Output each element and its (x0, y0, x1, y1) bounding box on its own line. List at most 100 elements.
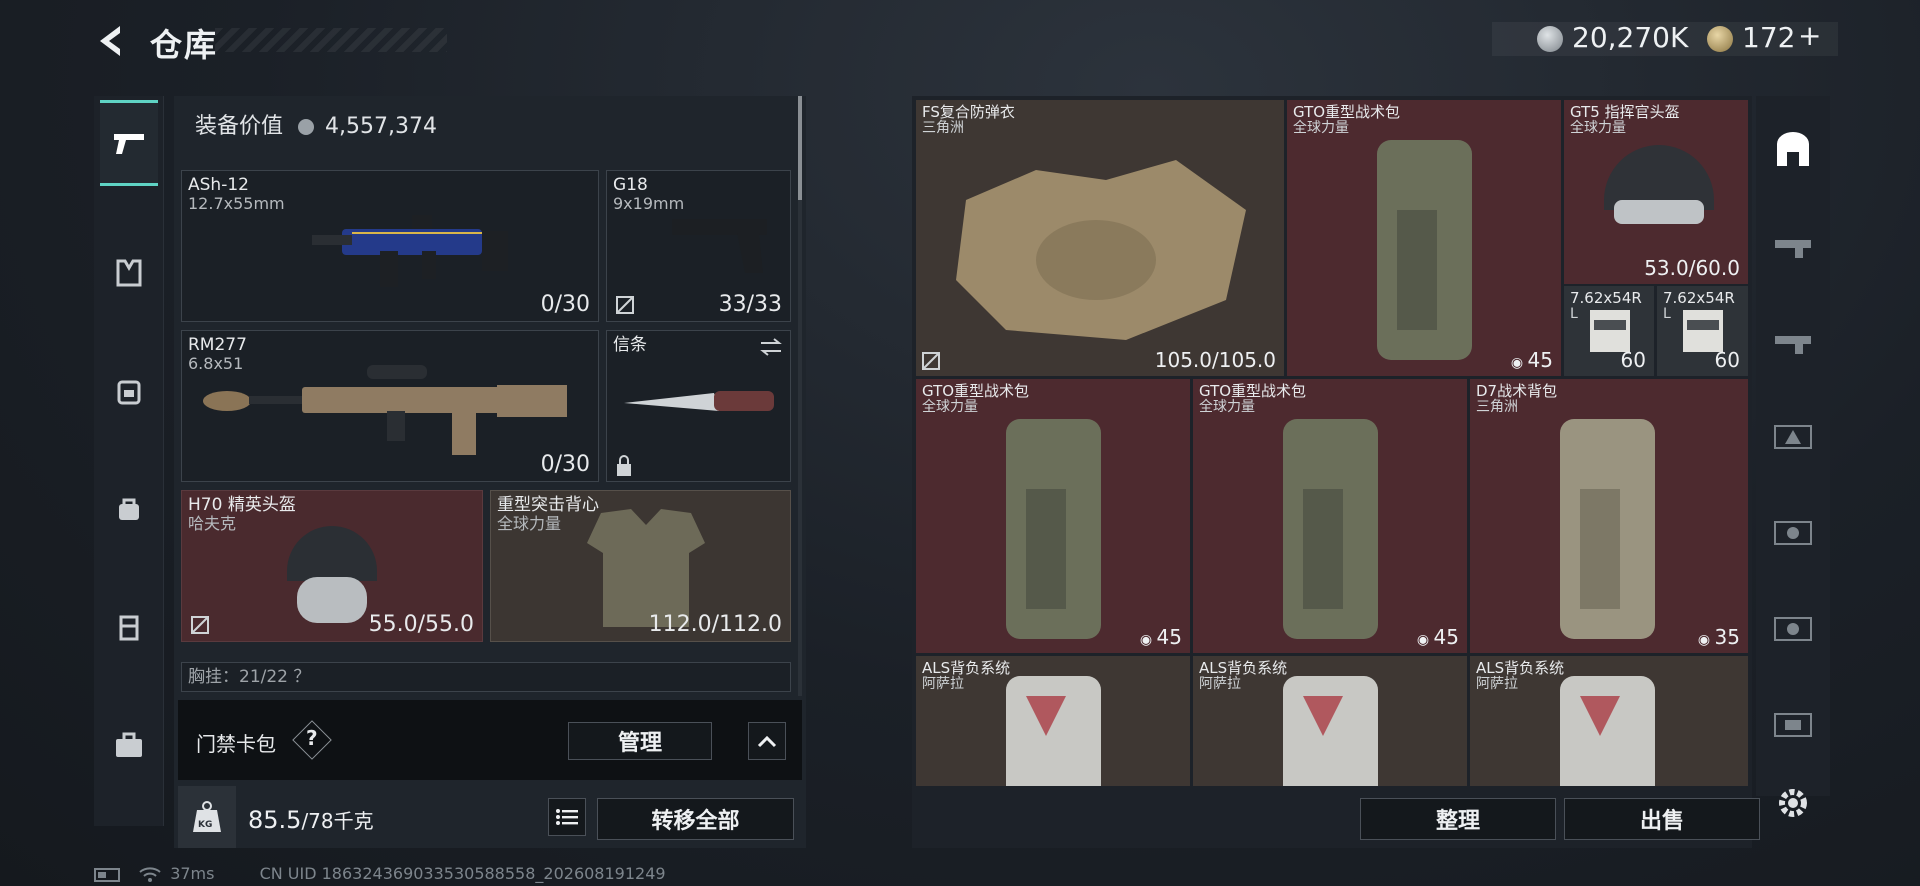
slot-name: 信条 (613, 335, 647, 355)
durability: 55.0/55.0 (368, 612, 474, 637)
rail-tab-home[interactable] (1764, 120, 1822, 178)
bond-icon (1707, 26, 1733, 52)
backpack-item-icon (1006, 419, 1101, 639)
medical-tier-icon (1774, 617, 1812, 641)
item-name: FS复合防弹衣 (922, 103, 1015, 121)
storage-item[interactable]: GTO重型战术包 全球力量 ◉ 45 (1193, 379, 1467, 653)
backpack-item-icon (1377, 140, 1472, 360)
equipment-value: 装备价值 4,557,374 (195, 108, 437, 140)
list-view-button[interactable] (548, 798, 586, 836)
storage-item[interactable]: GTO重型战术包 全球力量 ◉ 45 (916, 379, 1190, 653)
storage-item[interactable]: GTO重型战术包 全球力量 ◉ 45 (1287, 100, 1561, 376)
slot-brand: 全球力量 (497, 514, 562, 533)
item-capacity: ◉ 45 (1511, 348, 1553, 372)
page-title: 仓库 (150, 26, 219, 64)
equipment-value-number: 4,557,374 (325, 114, 437, 139)
nav-armor[interactable] (100, 230, 158, 316)
helmet-slot[interactable]: H70 精英头盔 哈夫克 55.0/55.0 (181, 490, 483, 642)
back-button[interactable] (92, 22, 130, 60)
nav-weapons[interactable] (100, 100, 158, 186)
settings-button[interactable] (1774, 784, 1812, 822)
loadout-scroll-thumb[interactable] (798, 96, 802, 200)
item-brand: 三角洲 (1476, 399, 1518, 415)
weight-current: 85.5 (248, 806, 302, 834)
item-brand: 三角洲 (922, 120, 964, 136)
knife-icon (624, 391, 774, 411)
pistol-weapon-icon (672, 219, 767, 273)
item-capacity-value: 45 (1156, 625, 1182, 649)
weight-max: /78千克 (301, 809, 374, 833)
item-brand: 全球力量 (1293, 120, 1349, 136)
storage-item[interactable]: ALS背负系统 阿萨拉 (1193, 656, 1467, 786)
item-capacity-value: 45 (1433, 625, 1459, 649)
storage-item[interactable]: 7.62x54R L 60 (1564, 286, 1654, 376)
rail-tab-2[interactable] (1764, 312, 1822, 370)
nav-cases[interactable] (100, 702, 158, 788)
melee-slot[interactable]: 信条 (606, 330, 791, 482)
backpack-item-icon (1560, 419, 1655, 639)
nav-bags[interactable] (100, 466, 158, 552)
keycard-dock: 门禁卡包 ? 管理 (178, 700, 802, 780)
storage-item[interactable]: D7战术背包 三角洲 ◉ 35 (1470, 379, 1748, 653)
battle-rifle-icon (203, 365, 567, 455)
bag-icon: ◉ (1416, 632, 1434, 648)
add-currency-button[interactable]: + (1798, 19, 1821, 52)
medical-tier-icon (1774, 521, 1812, 545)
backpack-item-icon (1560, 676, 1655, 786)
rail-tab-6[interactable] (1764, 696, 1822, 754)
weight-unit-label: KG (198, 820, 213, 830)
ammo-count: 0/30 (540, 452, 590, 477)
pistol-icon (114, 134, 144, 154)
slot-brand: 哈夫克 (188, 514, 237, 533)
item-capacity-value: 35 (1714, 625, 1740, 649)
bag-icon: ◉ (1697, 632, 1715, 648)
weight-icon-box: KG (178, 786, 236, 848)
wifi-icon (139, 866, 161, 882)
vest-icon (116, 259, 142, 287)
backpack-item-icon (1283, 676, 1378, 786)
storage-item[interactable]: FS复合防弹衣 三角洲 105.0/105.0 (916, 100, 1284, 376)
rail-tab-4[interactable] (1764, 504, 1822, 562)
rail-tab-5[interactable] (1764, 600, 1822, 658)
item-brand: 全球力量 (922, 399, 978, 415)
collectible-tier-icon (1774, 713, 1812, 737)
nav-containers[interactable] (100, 584, 158, 670)
item-capacity: ◉ 35 (1698, 625, 1740, 649)
briefcase-icon (116, 732, 142, 757)
storage-item[interactable]: ALS背负系统 阿萨拉 (916, 656, 1190, 786)
storage-item[interactable]: GT5 指挥官头盔 全球力量 53.0/60.0 (1564, 100, 1748, 284)
title-stripe (215, 28, 447, 52)
category-nav (94, 96, 164, 826)
collapse-button[interactable] (748, 722, 786, 760)
primary-weapon-slot[interactable]: ASh-12 12.7x55mm 0/30 (181, 170, 599, 322)
manage-button[interactable]: 管理 (568, 722, 712, 760)
rail-tab-1[interactable] (1764, 216, 1822, 274)
item-subname: L (1570, 306, 1578, 322)
no-insurance-icon (191, 616, 209, 634)
chest-rig-label: 胸挂：21/22 ？ (188, 667, 311, 687)
item-durability: 53.0/60.0 (1644, 256, 1740, 280)
storage-tab-rail (1756, 96, 1830, 796)
weapon-tier-icon (1775, 240, 1811, 258)
item-capacity: ◉ 45 (1140, 625, 1182, 649)
sell-button[interactable]: 出售 (1564, 798, 1760, 840)
storage-item[interactable]: ALS背负系统 阿萨拉 (1470, 656, 1748, 786)
organize-button[interactable]: 整理 (1360, 798, 1556, 840)
armor-slot[interactable]: 重型突击背心 全球力量 112.0/112.0 (490, 490, 791, 642)
help-icon[interactable]: ? (306, 726, 318, 750)
ammo-count: 0/30 (540, 292, 590, 317)
swap-icon (760, 338, 782, 356)
item-brand: 阿萨拉 (1199, 676, 1241, 692)
weapon-tier-icon (1775, 336, 1811, 354)
bag-icon: ◉ (1510, 355, 1528, 371)
slot-name: G18 (613, 175, 648, 195)
storage-item[interactable]: 7.62x54R L 60 (1657, 286, 1748, 376)
nav-backpacks[interactable] (100, 348, 158, 434)
primary-weapon-slot-2[interactable]: RM277 6.8x51 0/30 (181, 330, 599, 482)
secondary-weapon-slot[interactable]: G18 9x19mm 33/33 (606, 170, 791, 322)
transfer-all-button[interactable]: 转移全部 (597, 798, 794, 840)
item-capacity-value: 45 (1527, 348, 1553, 372)
no-insurance-icon (922, 352, 940, 370)
rail-tab-3[interactable] (1764, 408, 1822, 466)
chest-rig-slot[interactable]: 胸挂：21/22 ？ (181, 662, 791, 692)
